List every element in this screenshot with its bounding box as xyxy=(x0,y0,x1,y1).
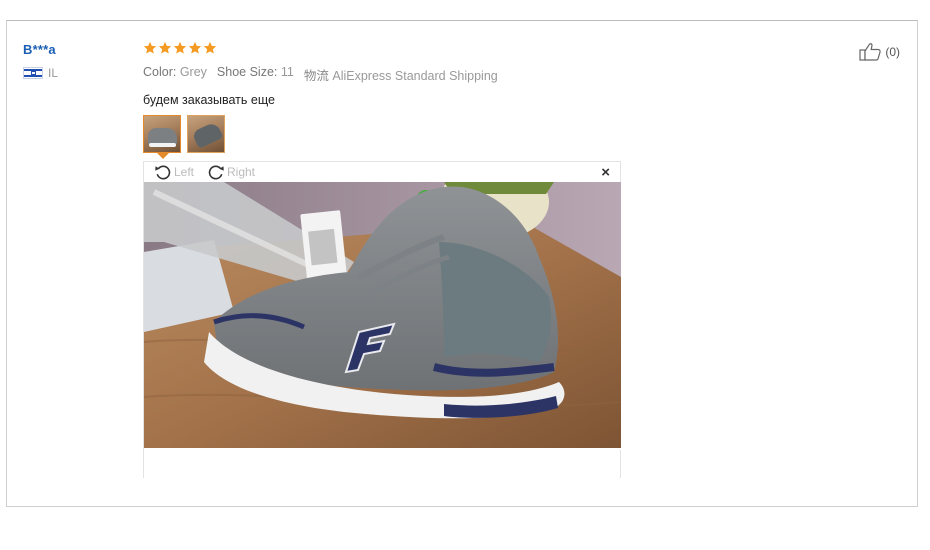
review-photo xyxy=(144,182,621,450)
review-card: B***a IL Color: Grey Shoe Size: 11 物流 Al… xyxy=(6,20,918,507)
viewer-toolbar: Left Right × xyxy=(144,162,620,182)
photo-thumbnail[interactable] xyxy=(187,115,225,153)
review-content: Color: Grey Shoe Size: 11 物流 AliExpress … xyxy=(143,41,783,159)
attribute-value: 11 xyxy=(280,65,294,79)
rotate-left-icon xyxy=(155,165,171,180)
rotate-right-icon xyxy=(208,165,224,180)
star-icon xyxy=(188,41,202,54)
rotate-left-button[interactable]: Left xyxy=(153,162,194,182)
review-text: будем заказывать еще xyxy=(143,93,275,107)
helpful-count: (0) xyxy=(885,45,900,59)
rotate-right-button[interactable]: Right xyxy=(206,162,255,182)
attribute-value: AliExpress Standard Shipping xyxy=(332,69,498,83)
photo-thumbnails xyxy=(143,115,783,159)
review-photo-image xyxy=(144,182,621,450)
attribute-label: 物流 xyxy=(303,69,329,83)
author-country: IL xyxy=(23,66,58,80)
attribute-value: Grey xyxy=(179,65,207,79)
thumbs-up-icon xyxy=(859,43,882,61)
star-icon xyxy=(173,41,187,54)
star-rating xyxy=(143,41,783,59)
photo-thumbnail[interactable] xyxy=(143,115,181,153)
attribute-color: Color: Grey xyxy=(143,65,207,84)
active-thumb-pointer xyxy=(157,153,169,159)
attribute-shipping: 物流 AliExpress Standard Shipping xyxy=(304,65,498,84)
author-name[interactable]: B***a xyxy=(23,42,58,57)
rotate-left-label: Left xyxy=(174,165,195,179)
helpful-button[interactable]: (0) xyxy=(859,42,900,62)
star-icon xyxy=(158,41,172,54)
attribute-shoe-size: Shoe Size: 11 xyxy=(217,65,294,84)
review-author: B***a IL xyxy=(23,42,58,80)
photo-viewer: Left Right × xyxy=(143,161,621,478)
star-icon xyxy=(203,41,217,54)
country-code: IL xyxy=(48,66,59,80)
close-viewer-button[interactable]: × xyxy=(601,164,610,181)
rotate-right-label: Right xyxy=(227,165,256,179)
israel-flag-icon xyxy=(23,67,43,79)
star-icon xyxy=(143,41,157,54)
attribute-label: Color: xyxy=(143,65,177,79)
attribute-label: Shoe Size: xyxy=(216,65,278,79)
review-attributes: Color: Grey Shoe Size: 11 物流 AliExpress … xyxy=(143,65,783,84)
